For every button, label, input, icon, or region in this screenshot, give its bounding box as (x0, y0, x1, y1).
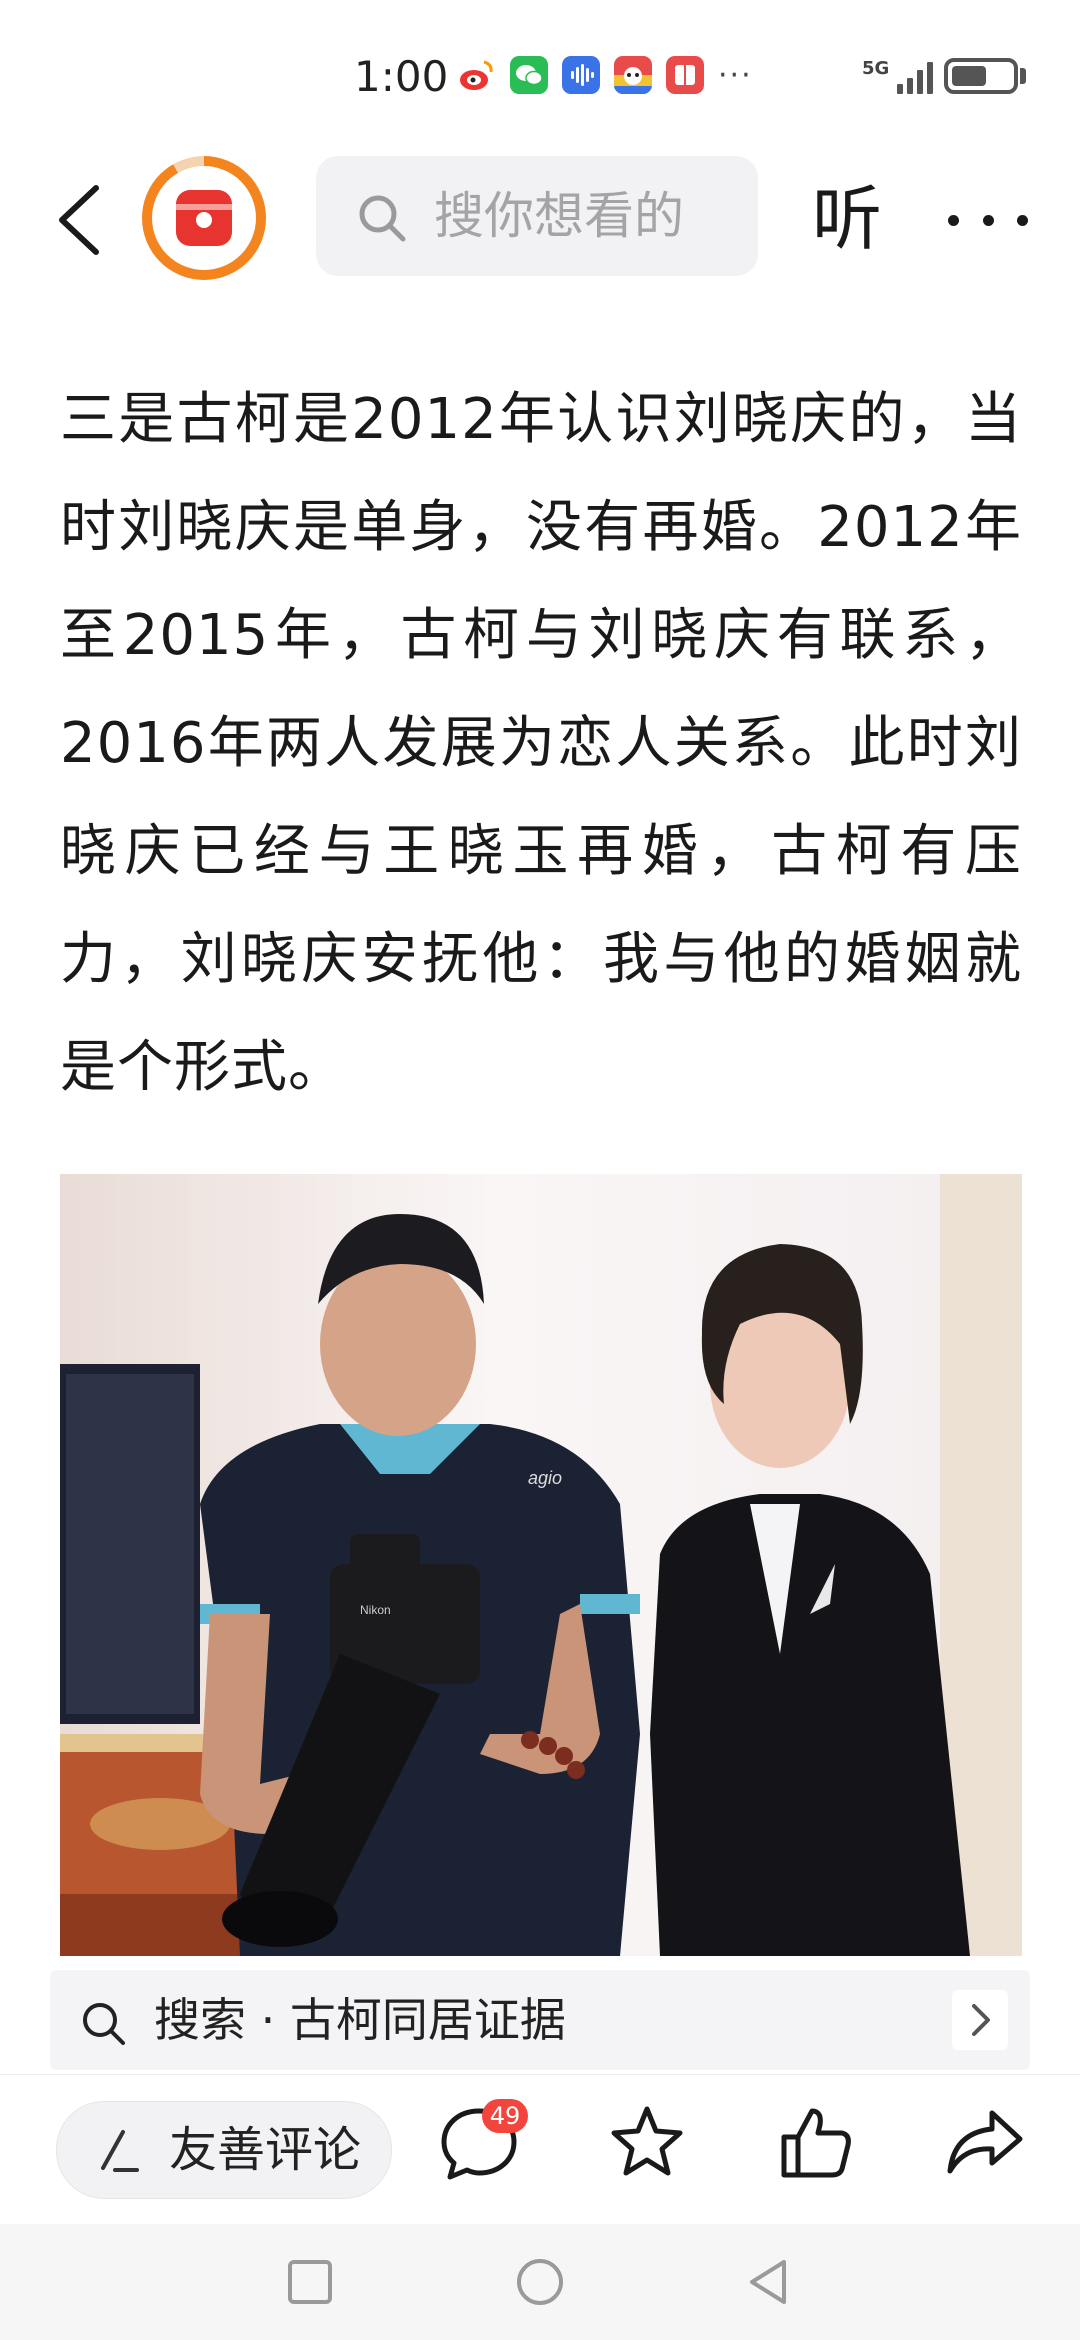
circle-icon (517, 2259, 563, 2305)
chevron-right-icon[interactable] (952, 1990, 1008, 2050)
wechat-icon (510, 56, 548, 94)
listen-button[interactable]: 听 (812, 174, 882, 264)
article-photo[interactable]: Nikon agio (60, 1174, 1022, 1956)
sina-weibo-icon (456, 56, 496, 94)
camera-brand-text: Nikon (360, 1603, 391, 1617)
search-icon (359, 195, 406, 242)
shirt-logo-text: agio (528, 1468, 562, 1488)
system-nav-bar (0, 2224, 1080, 2340)
red-envelope-icon (176, 190, 232, 246)
like-button[interactable] (770, 2097, 860, 2187)
top-header: 搜你想看的 听 (0, 150, 1080, 290)
bottom-action-bar: 友善评论 49 (0, 2074, 1080, 2225)
favorite-button[interactable] (602, 2097, 692, 2187)
more-notifications-icon: ··· (718, 57, 753, 93)
square-icon (288, 2260, 332, 2304)
related-search-label: 搜索 · 古柯同居证据 (154, 1993, 566, 2047)
back-nav-button[interactable] (744, 2256, 796, 2308)
search-icon (83, 2003, 125, 2045)
photo-illustration: Nikon agio (60, 1174, 1022, 1956)
pen-icon (101, 2130, 139, 2172)
notification-icons: ··· (456, 56, 753, 94)
game-icon (614, 56, 652, 94)
comment-input[interactable]: 友善评论 (56, 2101, 392, 2199)
triangle-back-icon (750, 2260, 786, 2304)
share-arrow-icon (947, 2110, 1023, 2174)
status-bar: 1:00 ··· 5G (0, 0, 1080, 150)
recent-apps-button[interactable] (284, 2256, 336, 2308)
battery-icon (944, 58, 1018, 94)
article-paragraph: 三是古柯是2012年认识刘晓庆的，当时刘晓庆是单身，没有再婚。2012年至201… (60, 387, 1022, 1100)
thumbs-up-icon (781, 2108, 851, 2178)
comment-placeholder: 友善评论 (169, 2122, 362, 2178)
search-placeholder: 搜你想看的 (434, 187, 684, 245)
app-logo-button[interactable] (142, 156, 266, 280)
comment-count-badge: 49 (482, 2099, 528, 2133)
back-arrow-icon (59, 185, 99, 255)
star-icon (611, 2106, 683, 2176)
network-type: 5G (862, 58, 890, 79)
more-options-icon[interactable] (948, 190, 1028, 250)
back-button[interactable] (50, 178, 110, 262)
reader-icon (666, 56, 704, 94)
related-search-bar[interactable]: 搜索 · 古柯同居证据 (50, 1970, 1030, 2070)
share-button[interactable] (940, 2097, 1030, 2187)
status-time: 1:00 (354, 52, 449, 101)
signal-icon: 5G (862, 58, 934, 94)
voice-icon (562, 56, 600, 94)
home-button[interactable] (514, 2256, 566, 2308)
search-input[interactable]: 搜你想看的 (316, 156, 758, 276)
